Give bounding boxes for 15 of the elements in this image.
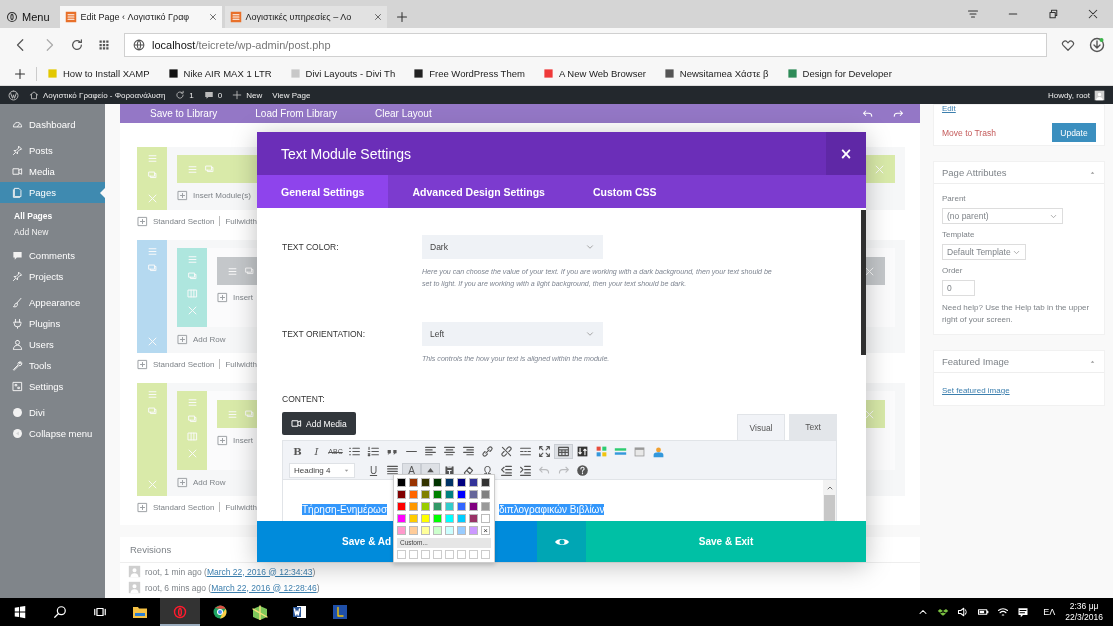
field-label: TEXT ORIENTATION:: [282, 328, 367, 341]
modal-title: Text Module Settings: [280, 145, 412, 162]
template-label: Template: [942, 230, 976, 239]
selected-text: διπλογραφικών Βιβλίων: [499, 504, 605, 515]
field-label: CONTENT:: [282, 393, 326, 405]
panel-title: Page Attributes: [942, 167, 1007, 178]
url-text: localhost/teicrete/wp-admin/post.php: [152, 39, 331, 51]
help-text: Need help? Use the Help tab in the upper right of your screen.: [942, 302, 1091, 326]
parent-label: Parent: [942, 194, 967, 203]
order-label: Order: [942, 266, 964, 275]
panel-title: Featured Image: [942, 356, 1010, 367]
selected-text: Τήρηση-Ενημέρωσ: [302, 504, 388, 515]
revision-text: root, 6 mins ago (March 22, 2016 @ 12:28:46): [145, 582, 320, 593]
field-label: TEXT COLOR:: [282, 241, 340, 254]
revision-text: root, 1 min ago (March 22, 2016 @ 12:34:43): [145, 566, 316, 577]
